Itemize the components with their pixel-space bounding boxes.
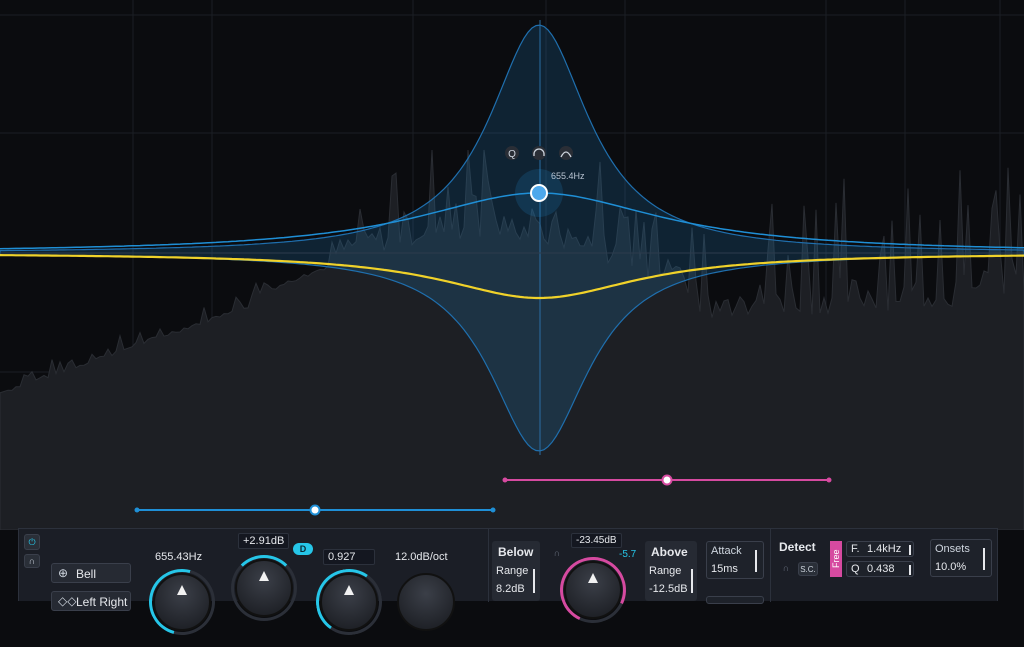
q-value[interactable]: 0.927 bbox=[323, 549, 375, 565]
free-toggle[interactable]: Free bbox=[830, 541, 842, 577]
sidechain-button[interactable]: S.C. bbox=[798, 562, 818, 576]
shape-selector[interactable]: ⊕ Bell bbox=[51, 563, 131, 583]
onsets-box[interactable]: Onsets 10.0% bbox=[930, 539, 992, 577]
frequency-knob[interactable] bbox=[153, 573, 211, 631]
above-range-value[interactable]: -12.5dB bbox=[649, 583, 688, 595]
onsets-label: Onsets bbox=[935, 543, 970, 555]
detector-range-handle[interactable] bbox=[309, 504, 321, 516]
stereo-icon: ◇◇ bbox=[58, 594, 77, 608]
q-knob[interactable] bbox=[320, 573, 378, 631]
headphones-icon[interactable] bbox=[532, 146, 546, 160]
bell-icon: ⊕ bbox=[58, 566, 69, 580]
onsets-value[interactable]: 10.0% bbox=[935, 561, 966, 573]
detect-q-label: Q bbox=[851, 563, 860, 575]
detect-q-bar bbox=[909, 565, 911, 575]
detect-q-box[interactable]: Q 0.438 bbox=[846, 561, 914, 577]
frequency-value[interactable]: 655.43Hz bbox=[155, 551, 202, 563]
threshold-value[interactable]: -23.45dB bbox=[571, 533, 622, 548]
attack-label: Attack bbox=[711, 545, 742, 557]
above-panel: Above Range -12.5dB bbox=[645, 541, 697, 601]
dynamic-badge[interactable]: D bbox=[293, 543, 313, 555]
dynamics-section: Below Range 8.2dB ∩ -23.45dB -5.7 Above … bbox=[489, 529, 771, 633]
band-control-panel: ⏻ ∩ ⊕ Bell ◇◇ Left Right 655.43Hz +2.91d… bbox=[18, 528, 999, 647]
detect-q-value[interactable]: 0.438 bbox=[867, 563, 895, 575]
detect-title: Detect bbox=[779, 540, 816, 554]
below-range-label: Range bbox=[496, 565, 529, 577]
band-solo-icon[interactable]: ∩ bbox=[24, 554, 40, 568]
below-range-value[interactable]: 8.2dB bbox=[496, 583, 525, 595]
stereo-label: Left Right bbox=[76, 595, 128, 609]
bell-shape-icon[interactable] bbox=[559, 146, 573, 160]
dynamic-range-handle[interactable] bbox=[661, 474, 673, 486]
detect-f-bar bbox=[909, 545, 911, 555]
threshold-knob[interactable] bbox=[564, 561, 622, 619]
below-panel: Below Range 8.2dB bbox=[492, 541, 540, 601]
shape-label: Bell bbox=[76, 567, 97, 581]
below-title: Below bbox=[498, 545, 534, 559]
above-range-label: Range bbox=[649, 565, 682, 577]
attack-box[interactable]: Attack 15ms bbox=[706, 541, 764, 579]
gain-knob[interactable] bbox=[235, 559, 293, 617]
band-handle[interactable] bbox=[530, 184, 548, 202]
detect-f-value[interactable]: 1.4kHz bbox=[867, 543, 901, 555]
slope-knob[interactable] bbox=[397, 573, 455, 631]
slope-value[interactable]: 12.0dB/oct bbox=[395, 551, 448, 563]
detect-frequency-box[interactable]: F. 1.4kHz bbox=[846, 541, 914, 557]
detect-f-label: F. bbox=[851, 543, 860, 555]
zoom-icon[interactable]: Q bbox=[505, 146, 519, 160]
threshold-side-value: -5.7 bbox=[619, 549, 637, 560]
attack-bar bbox=[755, 550, 757, 572]
above-range-bar bbox=[691, 569, 693, 593]
above-title: Above bbox=[651, 545, 688, 559]
band-power-icon[interactable]: ⏻ bbox=[24, 534, 40, 550]
detect-headphones-icon[interactable]: ∩ bbox=[779, 562, 793, 576]
below-range-bar bbox=[533, 569, 535, 593]
headphones-icon[interactable]: ∩ bbox=[550, 547, 564, 561]
eq-display[interactable]: Q 655.4Hz bbox=[0, 0, 1024, 530]
onsets-bar bbox=[983, 548, 985, 570]
stereo-placement-selector[interactable]: ◇◇ Left Right bbox=[51, 591, 131, 611]
band-section: ⏻ ∩ ⊕ Bell ◇◇ Left Right 655.43Hz +2.91d… bbox=[19, 529, 489, 647]
attack-value[interactable]: 15ms bbox=[711, 563, 738, 575]
band-frequency-tooltip: 655.4Hz bbox=[551, 171, 585, 181]
gain-value[interactable]: +2.91dB bbox=[238, 533, 290, 549]
svg-text:Q: Q bbox=[508, 149, 516, 160]
release-box[interactable] bbox=[706, 596, 764, 604]
detect-section: Detect ∩ S.C. Free F. 1.4kHz Q 0.438 Ons… bbox=[771, 529, 999, 602]
